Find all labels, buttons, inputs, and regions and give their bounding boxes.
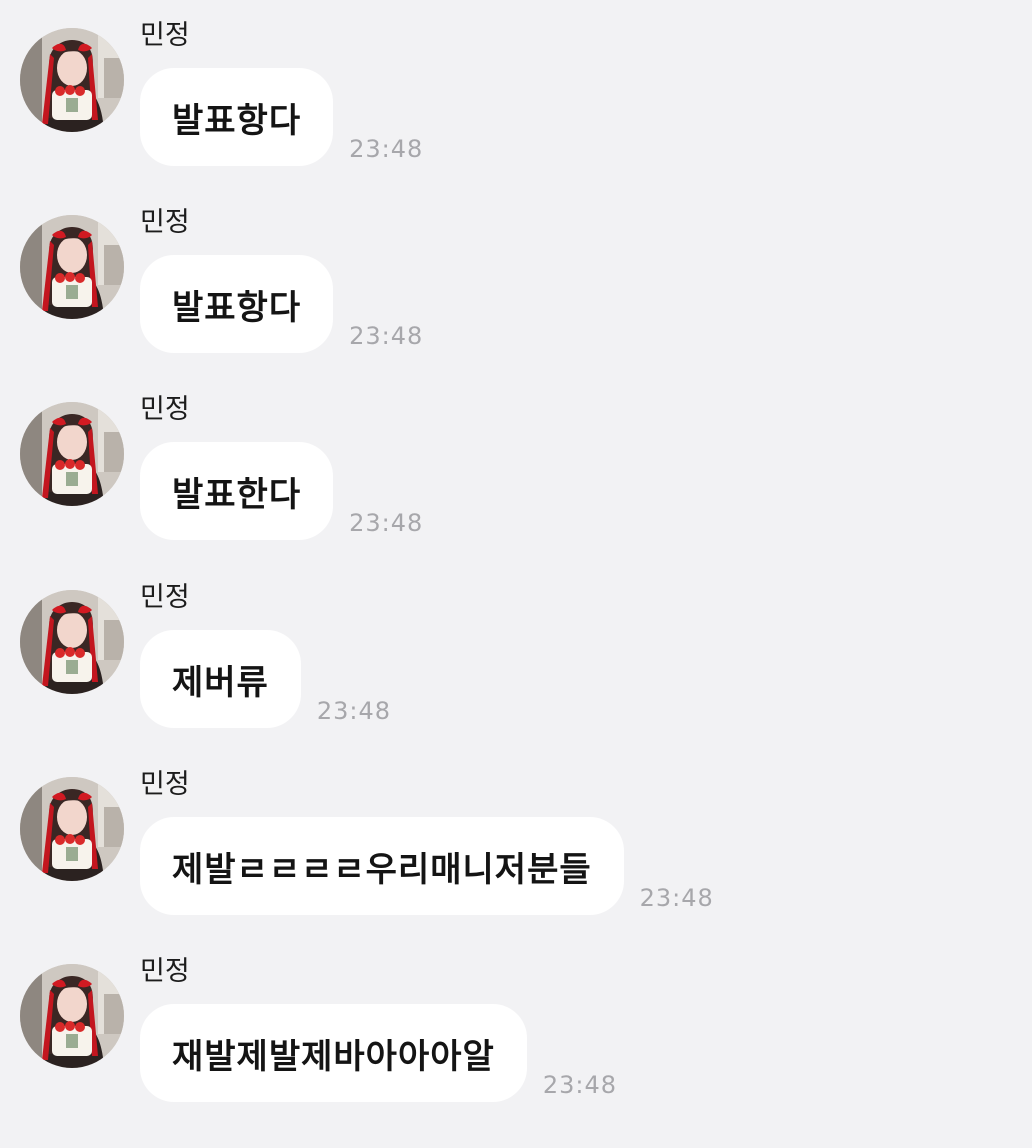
avatar[interactable] bbox=[20, 28, 124, 132]
message-row: 재발제발제바아아아알 23:48 bbox=[140, 1004, 617, 1102]
message-timestamp: 23:48 bbox=[316, 697, 392, 725]
message-item: 민정 재발제발제바아아아알 23:48 bbox=[0, 936, 1032, 1102]
message-timestamp: 23:48 bbox=[349, 135, 424, 163]
message-row: 발표항다 23:48 bbox=[140, 68, 423, 166]
profile-photo-avatar-icon bbox=[20, 777, 124, 881]
message-bubble[interactable]: 제발ㄹㄹㄹㄹ우리매니저분들 bbox=[140, 817, 624, 915]
message-bubble[interactable]: 발표항다 bbox=[140, 68, 334, 166]
message-item: 민정 제버류 23:48 bbox=[0, 562, 1032, 728]
profile-photo-avatar-icon bbox=[20, 964, 124, 1068]
profile-photo-avatar-icon bbox=[20, 402, 124, 506]
message-item: 민정 발표항다 23:48 bbox=[0, 187, 1032, 353]
message-item: 민정 제발ㄹㄹㄹㄹ우리매니저분들 23:48 bbox=[0, 749, 1032, 915]
profile-photo-avatar-icon bbox=[20, 28, 124, 132]
avatar[interactable] bbox=[20, 215, 124, 319]
message-timestamp: 23:48 bbox=[542, 1071, 617, 1099]
profile-photo-avatar-icon bbox=[20, 215, 124, 319]
chat-message-list[interactable]: 민정 발표항다 23:48 민정 발표항다 23:48 민정 발표한다 23:4… bbox=[0, 0, 1032, 1148]
profile-photo-avatar-icon bbox=[20, 590, 124, 694]
message-timestamp: 23:48 bbox=[639, 884, 714, 912]
sender-name[interactable]: 민정 bbox=[140, 392, 190, 428]
sender-name[interactable]: 민정 bbox=[140, 205, 190, 241]
message-timestamp: 23:48 bbox=[349, 509, 424, 537]
message-bubble[interactable]: 제버류 bbox=[140, 630, 301, 728]
avatar[interactable] bbox=[20, 402, 124, 506]
message-bubble[interactable]: 발표항다 bbox=[140, 255, 334, 353]
avatar[interactable] bbox=[20, 777, 124, 881]
message-row: 발표항다 23:48 bbox=[140, 255, 423, 353]
message-row: 발표한다 23:48 bbox=[140, 442, 423, 540]
sender-name[interactable]: 민정 bbox=[140, 954, 190, 990]
message-row: 제발ㄹㄹㄹㄹ우리매니저분들 23:48 bbox=[140, 817, 714, 915]
sender-name[interactable]: 민정 bbox=[140, 18, 190, 54]
avatar[interactable] bbox=[20, 590, 124, 694]
message-item: 민정 발표항다 23:48 bbox=[0, 0, 1032, 166]
sender-name[interactable]: 민정 bbox=[140, 767, 190, 803]
message-item: 민정 발표한다 23:48 bbox=[0, 374, 1032, 540]
avatar[interactable] bbox=[20, 964, 124, 1068]
message-bubble[interactable]: 발표한다 bbox=[140, 442, 334, 540]
message-bubble[interactable]: 재발제발제바아아아알 bbox=[140, 1004, 527, 1102]
message-row: 제버류 23:48 bbox=[140, 630, 391, 728]
sender-name[interactable]: 민정 bbox=[140, 580, 190, 616]
message-timestamp: 23:48 bbox=[349, 322, 424, 350]
